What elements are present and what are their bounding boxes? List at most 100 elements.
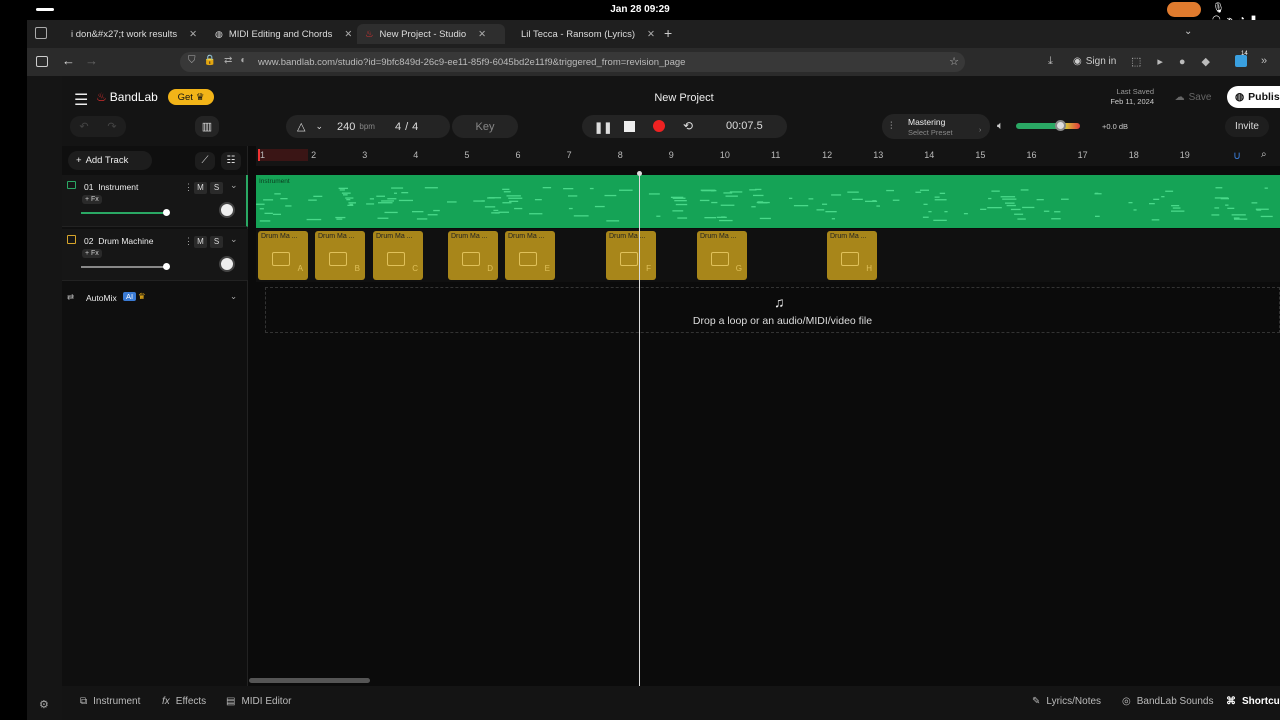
chevron-down-icon[interactable]: ⌄ [230,291,237,302]
midi-note [674,200,687,202]
close-icon[interactable]: ✕ [647,29,655,40]
track-name[interactable]: 01 Instrument [84,182,138,192]
drum-clip[interactable]: Drum Ma ... D [448,231,498,280]
more-options-icon[interactable]: ⋮ [184,182,193,193]
drum-clip[interactable]: Drum Ma ... F [606,231,656,280]
volume-thumb[interactable] [163,263,170,270]
track-volume-slider[interactable] [81,263,170,270]
add-fx-button[interactable]: + Fx [82,249,102,258]
close-icon[interactable]: ✕ [478,29,486,40]
stop-icon[interactable] [624,121,635,132]
master-volume-slider[interactable] [1016,120,1080,131]
tab-new-project[interactable]: ♨ New Project - Studio ✕ [357,24,505,44]
pause-icon[interactable]: ❚❚ [594,121,612,134]
automation-icon[interactable]: ⟋ [195,152,215,170]
drum-clip[interactable]: Drum Ma ... C [373,231,423,280]
loop-icon[interactable]: ⟲ [683,119,693,133]
track-row-drum-machine[interactable]: 02 Drum Machine ⋮ M S ⌄ + Fx [62,229,248,281]
record-icon[interactable] [653,120,665,132]
timeline-ruler[interactable]: 1 2 3 4 5 6 7 8 9 10 11 12 13 14 15 16 17 18 19 ∪ ⌕ [256,146,1280,166]
playhead[interactable] [637,171,642,686]
bookmark-star-icon[interactable]: ☆ [949,55,959,68]
close-icon[interactable]: ✕ [344,29,352,40]
invite-button[interactable]: Invite [1225,116,1269,137]
more-options-icon[interactable]: ⋮ [184,236,193,247]
mastering-button[interactable]: ⫶ Mastering Select Preset › [882,114,990,139]
settings-gear-icon[interactable]: ⚙ [39,698,49,711]
key-selector[interactable]: Key [452,115,518,138]
instrument-tab[interactable]: ⧉ Instrument [80,696,140,707]
tempo-value[interactable]: 240 [337,121,355,133]
playhead-handle[interactable] [637,171,642,176]
track-row-instrument[interactable]: 01 Instrument ⋮ M S ⌄ + Fx [62,175,248,227]
save-button[interactable]: ☁ Save [1164,87,1222,107]
mute-button[interactable]: M [194,182,207,194]
volume-thumb[interactable] [163,209,170,216]
ruler-bar-number: 13 [873,150,884,160]
midi-note [401,192,409,194]
undo-icon[interactable]: ↶ [79,120,88,133]
volume-thumb[interactable] [1055,120,1066,131]
mute-button[interactable]: M [194,236,207,248]
solo-button[interactable]: S [210,236,223,248]
chevron-down-icon[interactable]: ⌄ [315,121,323,132]
speaker-icon[interactable]: 🔈︎ [997,120,1004,133]
drum-machine-lane[interactable]: Drum Ma ... A Drum Ma ... B Drum Ma ... C Drum… [256,229,1280,282]
tab-list-chevron-icon[interactable]: ⌄ [1184,26,1192,37]
tab-lil-tecca[interactable]: Lil Tecca - Ransom (Lyrics) ✕ [507,24,655,44]
lyrics-notes-button[interactable]: ✎ Lyrics/Notes [1032,696,1101,707]
publish-button[interactable]: ◍ Publis [1227,86,1280,108]
url-bar[interactable]: ⛉🔒⇄◐ www.bandlab.com/studio?id=9bfc849d-… [180,52,965,72]
horizontal-scrollbar[interactable] [249,678,370,683]
download-icon[interactable]: ⤓ [1048,55,1053,68]
snap-magnet-icon[interactable]: ∪ [1233,149,1249,163]
track-volume-slider[interactable] [81,209,170,216]
redo-icon[interactable]: ↷ [107,120,116,133]
drum-clip[interactable]: Drum Ma ... A [258,231,308,280]
tab-overview-icon[interactable] [35,27,47,39]
extension-icons[interactable]: ⬚▸●◆ [1131,55,1226,68]
overflow-chevron-icon[interactable]: » [1261,55,1267,67]
forward-arrow-icon[interactable]: → [85,53,98,68]
midi-note [944,211,948,213]
ruler-bar-number: 18 [1128,150,1139,160]
midi-editor-tab[interactable]: ▤ MIDI Editor [226,696,291,707]
pan-knob[interactable] [219,202,235,218]
keyboard-piano-icon[interactable]: ▥ [195,116,219,137]
metronome-icon[interactable]: △ [297,120,305,133]
pan-knob[interactable] [219,256,235,272]
midi-note [416,218,428,220]
add-fx-button[interactable]: + Fx [82,195,102,204]
loop-region-marker[interactable] [258,149,308,161]
close-icon[interactable]: ✕ [189,29,197,40]
instrument-region[interactable]: Instrument [256,175,1280,228]
drum-clip[interactable]: Drum Ma ... H [827,231,877,280]
new-tab-button[interactable]: + [664,25,672,41]
tab-search-results[interactable]: i don&#x27;t work results ✕ [57,24,205,44]
chevron-down-icon[interactable]: ⌄ [230,180,238,191]
midi-note [656,215,661,217]
url-text[interactable]: www.bandlab.com/studio?id=9bfc849d-26c9-… [258,57,685,68]
solo-button[interactable]: S [210,182,223,194]
site-info-icons[interactable]: ⛉🔒⇄◐ [188,55,254,66]
automix-row[interactable]: ⇄ AutoMix AI ♛ ⌄ [62,288,248,308]
bandlab-sounds-button[interactable]: ◎ BandLab Sounds [1122,696,1213,707]
shortcuts-button[interactable]: ⌘ Shortcu [1226,696,1280,707]
tab-midi-editing[interactable]: ◍ MIDI Editing and Chords ✕ [207,24,355,44]
drop-zone[interactable]: ♫ Drop a loop or an audio/MIDI/video fil… [265,287,1280,333]
add-track-button[interactable]: + Add Track [68,151,152,170]
drum-clip[interactable]: Drum Ma ... E [505,231,555,280]
effects-tab[interactable]: fx Effects [162,696,206,707]
drum-clip[interactable]: Drum Ma ... B [315,231,365,280]
drum-clip[interactable]: Drum Ma ... G [697,231,747,280]
track-settings-icon[interactable]: ☷ [221,152,241,170]
time-signature-numerator[interactable]: 4 [395,121,401,133]
screen-record-icon[interactable] [1167,2,1201,17]
back-arrow-icon[interactable]: ← [62,53,75,68]
sidebar-toggle-icon[interactable] [36,56,48,67]
time-signature-denominator[interactable]: 4 [412,121,418,133]
track-name[interactable]: 02 Drum Machine [84,236,153,246]
zoom-icon[interactable]: ⌕ [1261,149,1267,160]
chevron-down-icon[interactable]: ⌄ [230,234,238,245]
sign-in-button[interactable]: ◉ Sign in [1073,56,1116,67]
